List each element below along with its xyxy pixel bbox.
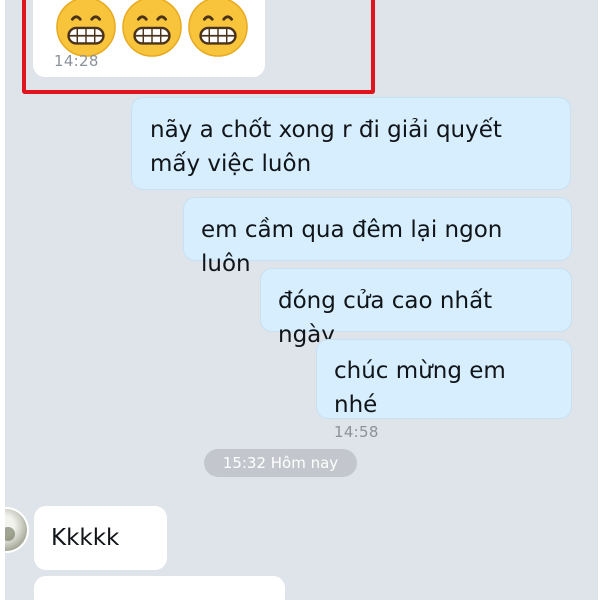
day-divider: 15:32 Hôm nay — [204, 449, 357, 477]
message-bubble-incoming[interactable]: Kkkkk — [34, 506, 167, 570]
message-bubble-outgoing[interactable]: em cầm qua đêm lại ngon luôn — [183, 197, 572, 277]
chat-area: 14:28 nãy a chốt xong r đi giải quyết mấ… — [5, 0, 598, 600]
avatar[interactable] — [5, 507, 29, 553]
message-text: nãy a chốt xong r đi giải quyết mấy việc… — [150, 117, 502, 177]
highlight-box — [22, 0, 375, 94]
message-bubble-outgoing[interactable]: chúc mừng em nhé 14:58 — [316, 339, 572, 441]
message-text: Kkkkk — [51, 525, 120, 551]
message-time: 14:58 — [334, 423, 379, 441]
message-bubble-outgoing[interactable]: đóng cửa cao nhất ngày — [260, 268, 572, 348]
message-bubble-outgoing[interactable]: nãy a chốt xong r đi giải quyết mấy việc… — [131, 97, 571, 190]
message-bubble-incoming-partial[interactable] — [34, 576, 285, 600]
message-text: chúc mừng em nhé — [334, 358, 506, 418]
